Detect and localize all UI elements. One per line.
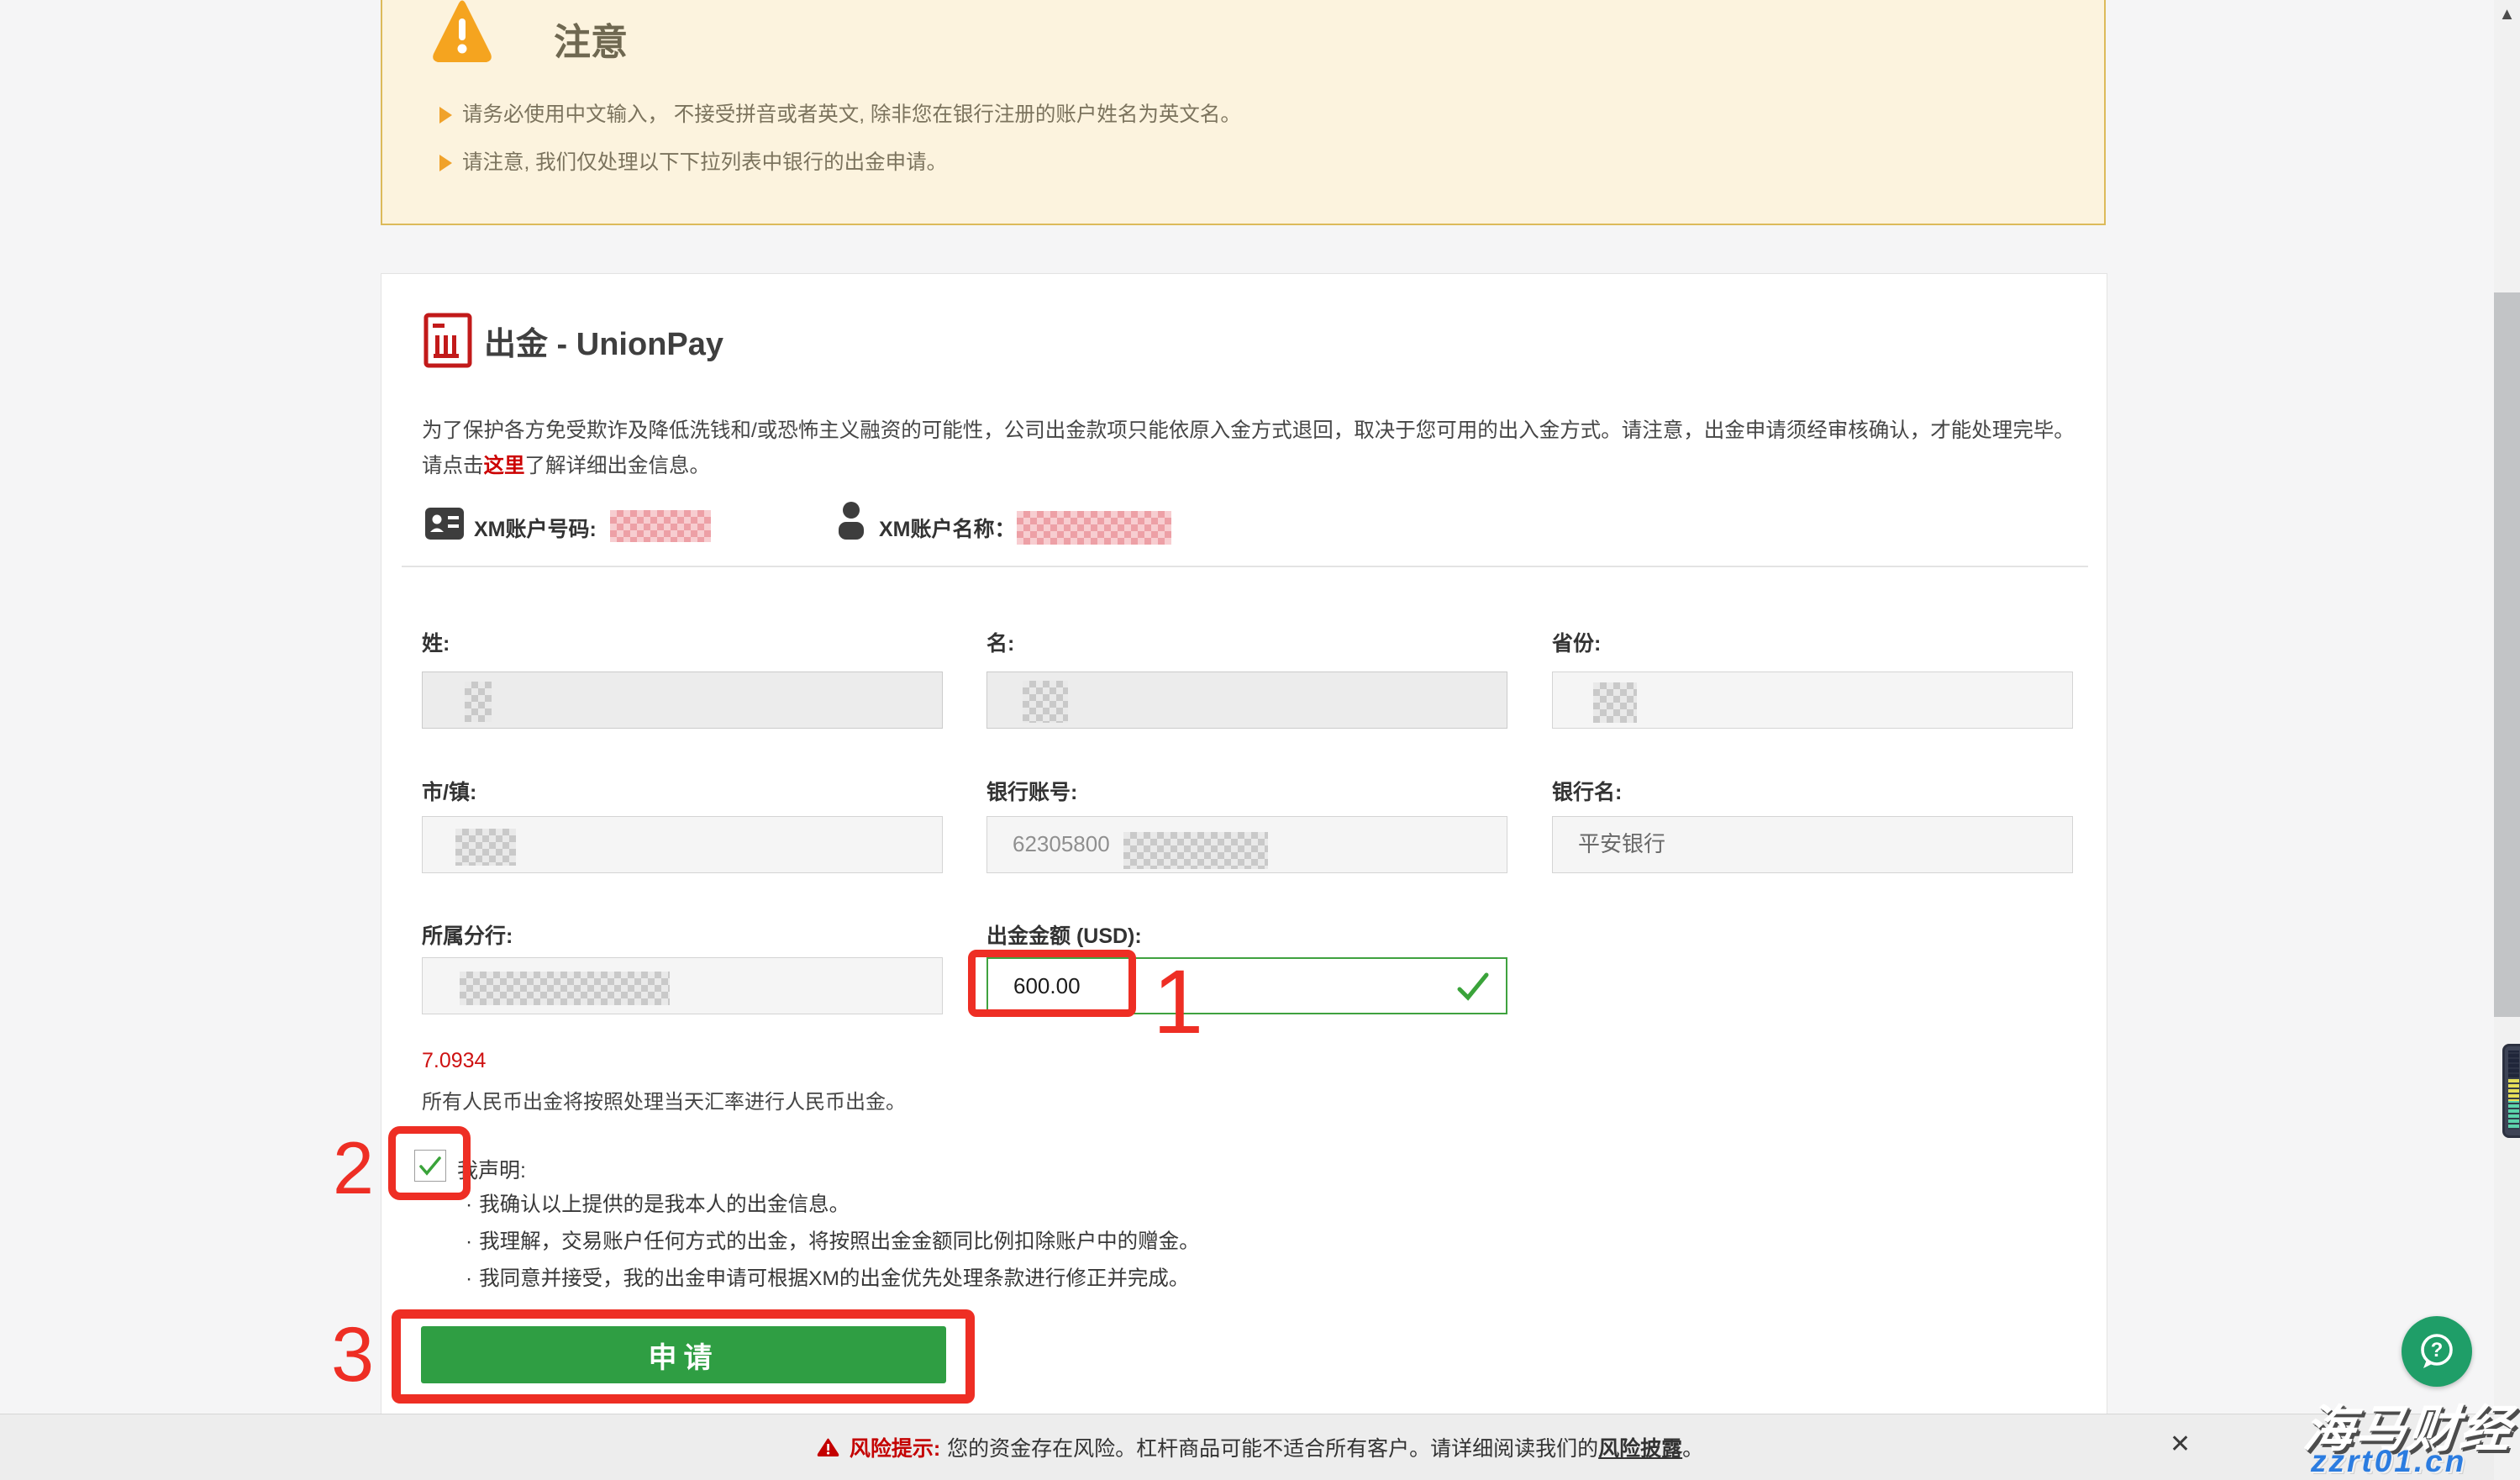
declaration-item-text: 我确认以上提供的是我本人的出金信息。 <box>479 1193 850 1216</box>
risk-text: 您的资金存在风险。杠杆商品可能不适合所有客户。请详细阅读我们的 <box>947 1432 1598 1462</box>
withdrawal-panel: 出金 - UnionPay 为了保护各方免受欺诈及降低洗钱和/或恐怖主义融资的可… <box>381 273 2107 1414</box>
first-name-label: 名: <box>986 627 1507 657</box>
annotation-box-1 <box>968 950 1136 1017</box>
warning-triangle-icon <box>431 0 493 66</box>
bank-account-label: 银行账号: <box>986 776 1507 806</box>
bullet-icon: · <box>466 1267 472 1290</box>
declaration-item: ·我确认以上提供的是我本人的出金信息。 <box>466 1192 850 1219</box>
notice-arrow-icon <box>439 155 452 171</box>
declaration-item-text: 我理解，交易账户任何方式的出金，将按照出金金额同比例扣除账户中的赠金。 <box>479 1230 1200 1253</box>
declaration-item: · 我理解，交易账户任何方式的出金，将按照出金金额同比例扣除账户中的赠金。 <box>466 1229 1200 1256</box>
annotation-number-2: 2 <box>333 1131 374 1205</box>
description-text: 了解详细出金信息。 <box>525 455 711 477</box>
svg-text:?: ? <box>2431 1339 2444 1361</box>
bank-account-field: 62305800 <box>986 816 1507 873</box>
notice-bullet: 请务必使用中文输入， 不接受拼音或者英文, 除非您在银行注册的账户姓名为英文名。 <box>462 101 1241 129</box>
bank-name-field: 平安银行 <box>1552 816 2073 873</box>
branch-label: 所属分行: <box>422 919 943 950</box>
first-name-redacted <box>1023 681 1068 723</box>
bank-account-redacted <box>1123 832 1268 869</box>
last-name-redacted <box>465 682 492 722</box>
id-card-icon <box>425 508 464 540</box>
bank-account-value: 62305800 <box>1013 817 1110 871</box>
notice-arrow-icon <box>439 107 452 124</box>
city-redacted <box>455 829 516 866</box>
risk-suffix: 。 <box>1682 1432 1703 1462</box>
bank-name-value: 平安银行 <box>1578 817 1665 871</box>
account-number-label: XM账户号码: <box>474 513 597 543</box>
exchange-rate-note: 所有人民币出金将按照处理当天汇率进行人民币出金。 <box>422 1085 906 1114</box>
amount-label: 出金金额 (USD): <box>986 919 1507 950</box>
equalizer-stripes-icon <box>2508 1051 2519 1130</box>
last-name-field <box>422 672 943 729</box>
first-name-field <box>986 672 1507 729</box>
details-link[interactable]: 这里 <box>484 455 525 477</box>
person-icon <box>835 501 867 541</box>
help-bubble-icon: ? <box>2413 1328 2460 1375</box>
watermark-url: zzrt01.cn <box>2311 1444 2466 1479</box>
notice-bullet: 请注意, 我们仅处理以下下拉列表中银行的出金申请。 <box>462 149 947 177</box>
section-divider <box>402 566 2088 567</box>
branch-redacted <box>460 972 670 1005</box>
risk-prefix: 风险提示: <box>850 1432 940 1462</box>
page-title: 出金 - UnionPay <box>484 318 723 364</box>
notice-box: 注意 请务必使用中文输入， 不接受拼音或者英文, 除非您在银行注册的账户姓名为英… <box>381 0 2106 225</box>
risk-warning-icon <box>817 1438 839 1457</box>
account-name-label: XM账户名称： <box>879 513 1016 543</box>
valid-check-icon <box>1457 972 1489 1001</box>
account-name-redacted <box>1017 511 1171 545</box>
annotation-box-2 <box>388 1126 471 1200</box>
branch-field <box>422 957 943 1014</box>
province-label: 省份: <box>1552 627 2073 657</box>
close-icon[interactable]: ✕ <box>2170 1430 2191 1459</box>
risk-disclosure-link[interactable]: 风险披露 <box>1598 1432 1682 1462</box>
notice-title: 注意 <box>554 12 628 66</box>
side-panel-widget[interactable] <box>2502 1044 2520 1138</box>
account-number-redacted <box>610 510 711 542</box>
last-name-label: 姓: <box>422 627 943 657</box>
annotation-number-1: 1 <box>1153 956 1203 1047</box>
description-text: 为了保护各方免受欺诈及降低洗钱和/或恐怖主义融资的可能性，公司出金款项只能依原入… <box>422 419 2012 442</box>
province-field <box>1552 672 2073 729</box>
annotation-box-3 <box>392 1309 975 1404</box>
city-field <box>422 816 943 873</box>
city-label: 市/镇: <box>422 776 943 806</box>
bank-name-label: 银行名: <box>1552 776 2073 806</box>
bank-icon <box>424 313 472 368</box>
province-redacted <box>1593 682 1637 723</box>
bullet-icon: · <box>466 1230 472 1253</box>
withdrawal-description: 为了保护各方免受欺诈及降低洗钱和/或恐怖主义融资的可能性，公司出金款项只能依原入… <box>422 413 2090 483</box>
declaration-item: · 我同意并接受，我的出金申请可根据XM的出金优先处理条款进行修正并完成。 <box>466 1266 1189 1293</box>
withdrawal-page: 注意 请务必使用中文输入， 不接受拼音或者英文, 除非您在银行注册的账户姓名为英… <box>0 0 2520 1480</box>
annotation-number-3: 3 <box>331 1316 374 1393</box>
risk-warning-bar: 风险提示: 您的资金存在风险。杠杆商品可能不适合所有客户。请详细阅读我们的风险披… <box>0 1414 2520 1480</box>
declaration-item-text: 我同意并接受，我的出金申请可根据XM的出金优先处理条款进行修正并完成。 <box>479 1267 1189 1290</box>
scroll-up-arrow-icon[interactable]: ▲ <box>2494 5 2520 24</box>
scrollbar-thumb[interactable] <box>2494 292 2520 1017</box>
help-button[interactable]: ? <box>2402 1316 2472 1387</box>
exchange-rate: 7.0934 <box>422 1049 486 1073</box>
